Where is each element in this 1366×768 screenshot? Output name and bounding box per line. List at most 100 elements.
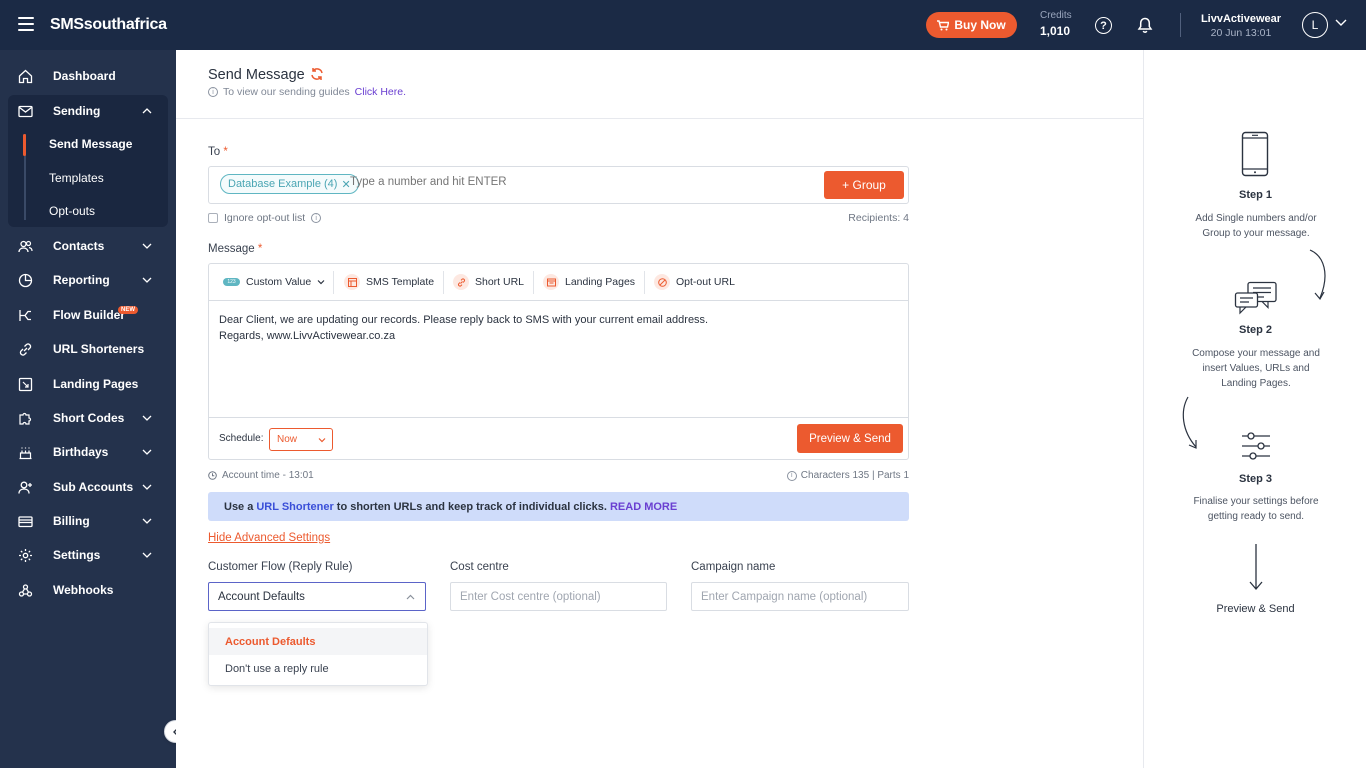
cost-centre-label: Cost centre xyxy=(450,561,509,573)
sidebar-subitem-templates[interactable]: Templates xyxy=(49,171,104,185)
guide-text: To view our sending guides xyxy=(223,86,350,98)
sidebar-subitem-opt-outs[interactable]: Opt-outs xyxy=(49,204,95,218)
curved-arrow-icon xyxy=(1309,249,1326,301)
dropdown-option[interactable]: Account Defaults xyxy=(209,628,427,655)
landing-pages-label: Landing Pages xyxy=(565,276,636,288)
main-content: Send Message i To view our sending guide… xyxy=(176,50,1143,768)
sidebar-item-flow-builder[interactable]: Flow Builder NEW xyxy=(0,298,176,332)
number-input[interactable] xyxy=(350,176,650,188)
sliders-icon xyxy=(1242,432,1270,460)
avatar[interactable]: L xyxy=(1302,12,1328,38)
sidebar-item-url-shorteners[interactable]: URL Shorteners xyxy=(0,332,176,366)
flow-icon xyxy=(19,309,31,321)
cost-centre-input[interactable]: Enter Cost centre (optional) xyxy=(450,582,667,611)
sidebar-item-label: Webhooks xyxy=(53,583,114,597)
sidebar-item-label: Flow Builder xyxy=(53,308,125,322)
curved-arrow-icon xyxy=(1182,396,1197,449)
character-count-text: Characters 135 | Parts 1 xyxy=(800,470,909,481)
chevron-down-icon xyxy=(317,280,325,285)
sidebar-item-sending[interactable]: Sending xyxy=(0,94,176,128)
page-title: Send Message xyxy=(208,67,305,83)
to-field[interactable]: Database Example (4) ✕ + Group xyxy=(208,166,909,204)
preview-send-button[interactable]: Preview & Send xyxy=(797,424,903,453)
custom-value-button[interactable]: 123 Custom Value xyxy=(223,273,325,291)
dropdown-option[interactable]: Don't use a reply rule xyxy=(209,655,427,682)
add-user-icon xyxy=(18,481,32,494)
guide-link[interactable]: Click Here. xyxy=(355,86,406,98)
sidebar-item-birthdays[interactable]: Birthdays xyxy=(0,435,176,469)
refresh-icon[interactable] xyxy=(310,67,324,81)
required-marker: * xyxy=(223,146,228,158)
pie-chart-icon xyxy=(18,273,33,287)
message-footer: Schedule: Now Preview & Send xyxy=(209,417,908,459)
optout-url-button[interactable]: Opt-out URL xyxy=(654,273,735,291)
sidebar-item-reporting[interactable]: Reporting xyxy=(0,263,176,297)
chevron-down-icon xyxy=(142,484,152,490)
sidebar-item-webhooks[interactable]: Webhooks xyxy=(0,573,176,607)
toolbar-separator xyxy=(333,271,334,294)
step-3-description: Finalise your settings before getting re… xyxy=(1193,496,1319,522)
account-info[interactable]: LivvActivewear 20 Jun 13:01 xyxy=(1196,13,1286,39)
landing-pages-button[interactable]: Landing Pages xyxy=(543,273,635,291)
chevron-down-icon[interactable] xyxy=(1335,18,1347,28)
chip-label: Database Example (4) xyxy=(228,178,338,190)
schedule-value: Now xyxy=(277,434,298,445)
chevron-down-icon xyxy=(142,277,152,283)
sidebar-item-short-codes[interactable]: Short Codes xyxy=(0,401,176,435)
ignore-optout-checkbox[interactable] xyxy=(208,213,218,223)
short-url-button[interactable]: Short URL xyxy=(453,273,524,291)
step-1-title: Step 1 xyxy=(1238,189,1272,201)
landing-page-icon xyxy=(18,377,33,391)
account-name: LivvActivewear xyxy=(1200,13,1282,25)
logo[interactable]: SMSsouthafrica xyxy=(50,16,167,34)
steps-panel: Step 1 Add Single numbers and/or Group t… xyxy=(1143,50,1366,768)
message-label-text: Message xyxy=(208,243,255,255)
guide-note: i To view our sending guides Click Here. xyxy=(208,86,406,98)
required-marker: * xyxy=(257,243,263,255)
sidebar-item-billing[interactable]: Billing xyxy=(0,504,176,538)
step-2-title: Step 2 xyxy=(1238,324,1272,336)
sidebar-item-landing-pages[interactable]: Landing Pages xyxy=(0,367,176,401)
url-shortener-link[interactable]: URL Shortener xyxy=(256,501,333,513)
message-toolbar: 123 Custom Value SMS Template Short URL … xyxy=(209,264,908,301)
sidebar: Dashboard Sending Send Message Templates… xyxy=(0,50,176,768)
sidebar-item-label: Reporting xyxy=(53,273,110,287)
menu-icon[interactable] xyxy=(18,17,34,31)
account-time-text: Account time - 13:01 xyxy=(222,470,314,481)
sidebar-item-sub-accounts[interactable]: Sub Accounts xyxy=(0,470,176,504)
puzzle-icon xyxy=(19,412,32,425)
campaign-name-input[interactable]: Enter Campaign name (optional) xyxy=(691,582,909,611)
add-group-button[interactable]: + Group xyxy=(824,171,904,199)
character-count: i Characters 135 | Parts 1 xyxy=(736,470,909,481)
sms-template-button[interactable]: SMS Template xyxy=(344,273,434,291)
recipient-chip[interactable]: Database Example (4) ✕ xyxy=(220,174,359,194)
hide-advanced-settings-link[interactable]: Hide Advanced Settings xyxy=(208,532,330,544)
sidebar-item-label: URL Shorteners xyxy=(53,342,145,356)
message-textarea[interactable]: Dear Client, we are updating our records… xyxy=(219,312,899,344)
help-icon[interactable]: ? xyxy=(1095,17,1112,34)
contacts-icon xyxy=(18,240,33,252)
buy-now-button[interactable]: Buy Now xyxy=(926,12,1017,38)
sidebar-item-label: Sub Accounts xyxy=(53,480,134,494)
sidebar-item-dashboard[interactable]: Dashboard xyxy=(0,59,176,93)
ignore-optout[interactable]: Ignore opt-out list i xyxy=(208,212,322,224)
banner-mid: to shorten URLs and keep track of indivi… xyxy=(336,500,607,513)
chevron-down-icon xyxy=(142,449,152,455)
credits-value: 1,010 xyxy=(1040,24,1071,38)
bell-icon[interactable] xyxy=(1137,17,1153,34)
sidebar-subitem-send-message[interactable]: Send Message xyxy=(49,137,132,151)
customer-flow-select[interactable]: Account Defaults xyxy=(208,582,426,611)
to-label-text: To xyxy=(208,146,221,158)
chevron-down-icon xyxy=(142,415,152,421)
top-bar: SMSsouthafrica Buy Now Credits 1,010 ? L… xyxy=(0,0,1366,50)
toolbar-separator xyxy=(644,271,645,294)
schedule-select[interactable]: Now xyxy=(269,428,333,451)
info-icon: i xyxy=(311,213,322,223)
sidebar-item-contacts[interactable]: Contacts xyxy=(0,229,176,263)
sidebar-item-label: Settings xyxy=(53,548,101,562)
buy-now-label: Buy Now xyxy=(954,18,1006,32)
sidebar-item-settings[interactable]: Settings xyxy=(0,538,176,572)
read-more-link[interactable]: READ MORE xyxy=(610,501,677,513)
landing-page-icon xyxy=(543,274,559,290)
gear-icon xyxy=(19,548,32,562)
